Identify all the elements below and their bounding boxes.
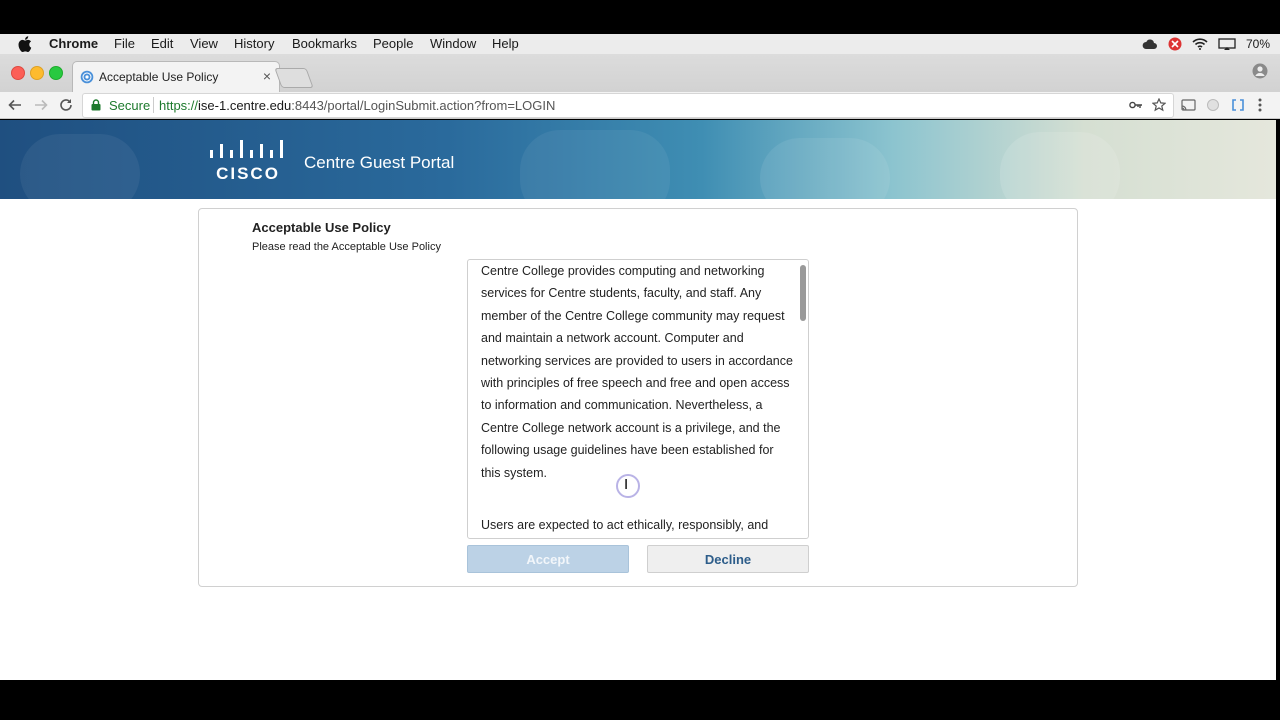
globe-favicon-icon: [80, 70, 94, 84]
policy-paragraph: Centre College provides computing and ne…: [481, 264, 793, 480]
url-host: ise-1.centre.edu: [198, 98, 292, 113]
policy-paragraph: Users are expected to act ethically, res…: [481, 518, 769, 533]
portal-title: Centre Guest Portal: [304, 153, 455, 172]
cisco-logo: CISCO: [210, 140, 283, 182]
airplay-display-icon[interactable]: [1218, 37, 1236, 51]
cloud-sync-icon[interactable]: [1142, 37, 1158, 51]
apple-menu-icon[interactable]: [18, 36, 32, 52]
forward-arrow-icon[interactable]: [32, 96, 50, 114]
battery-percentage[interactable]: 70%: [1246, 37, 1270, 51]
menu-bookmarks[interactable]: Bookmarks: [292, 36, 357, 52]
policy-text-scrollbox[interactable]: Centre College provides computing and ne…: [467, 259, 809, 539]
key-icon[interactable]: [1129, 99, 1143, 111]
url-scheme: https://: [159, 98, 199, 113]
zoom-window-button[interactable]: [49, 66, 63, 80]
close-window-button[interactable]: [11, 66, 25, 80]
text-cursor-icon: I: [624, 476, 629, 493]
portal-banner: CISCO Centre Guest Portal: [0, 120, 1276, 199]
minimize-window-button[interactable]: [30, 66, 44, 80]
menu-people[interactable]: People: [373, 36, 413, 52]
back-arrow-icon[interactable]: [6, 96, 24, 114]
active-tab[interactable]: Acceptable Use Policy ×: [72, 61, 280, 93]
policy-text: Centre College provides computing and ne…: [481, 260, 793, 538]
extension-bracket-icon[interactable]: [1229, 96, 1247, 114]
banner-decoration: [520, 130, 670, 199]
more-menu-icon[interactable]: [1251, 96, 1269, 114]
aup-card: Acceptable Use Policy Please read the Ac…: [198, 208, 1078, 587]
tab-close-icon[interactable]: ×: [263, 68, 271, 84]
aup-subheading: Please read the Acceptable Use Policy: [252, 241, 441, 253]
status-area: 70%: [1142, 36, 1270, 52]
macos-menu-bar: Chrome File Edit View History Bookmarks …: [0, 34, 1280, 54]
banner-decoration: [1000, 132, 1120, 199]
extension-circle-icon[interactable]: [1204, 96, 1222, 114]
screen-bottom-border: [0, 680, 1280, 720]
new-tab-button[interactable]: [274, 68, 314, 88]
browser-tab-strip: Acceptable Use Policy ×: [0, 54, 1280, 93]
url-text[interactable]: https://ise-1.centre.edu:8443/portal/Log…: [159, 98, 555, 113]
bookmark-star-icon[interactable]: [1152, 98, 1166, 112]
decline-button[interactable]: Decline: [647, 545, 809, 573]
accept-button[interactable]: Accept: [467, 545, 629, 573]
menu-app-chrome[interactable]: Chrome: [49, 36, 98, 52]
cisco-logo-text: CISCO: [216, 164, 280, 182]
reload-icon[interactable]: [57, 96, 75, 114]
banner-decoration: [20, 134, 140, 199]
page-viewport: CISCO Centre Guest Portal Acceptable Use…: [0, 120, 1276, 680]
aup-heading: Acceptable Use Policy: [252, 220, 391, 235]
menu-help[interactable]: Help: [492, 36, 519, 52]
url-path: :8443/portal/LoginSubmit.action?from=LOG…: [291, 98, 556, 113]
menu-file[interactable]: File: [114, 36, 135, 52]
tab-title: Acceptable Use Policy: [99, 70, 219, 84]
address-bar[interactable]: Secure https://ise-1.centre.edu:8443/por…: [82, 93, 1174, 118]
lock-icon[interactable]: [91, 99, 101, 111]
browser-toolbar: Secure https://ise-1.centre.edu:8443/por…: [0, 92, 1280, 119]
banner-decoration: [760, 138, 890, 199]
menu-edit[interactable]: Edit: [151, 36, 173, 52]
blocked-icon[interactable]: [1168, 37, 1182, 51]
profile-avatar-icon[interactable]: [1252, 63, 1268, 79]
cast-icon[interactable]: [1179, 96, 1197, 114]
scrollbar-thumb[interactable]: [800, 265, 806, 321]
secure-label[interactable]: Secure: [109, 98, 150, 113]
menu-view[interactable]: View: [190, 36, 218, 52]
wifi-icon[interactable]: [1192, 38, 1208, 50]
menu-window[interactable]: Window: [430, 36, 476, 52]
address-separator: [153, 97, 154, 113]
menu-history[interactable]: History: [234, 36, 274, 52]
